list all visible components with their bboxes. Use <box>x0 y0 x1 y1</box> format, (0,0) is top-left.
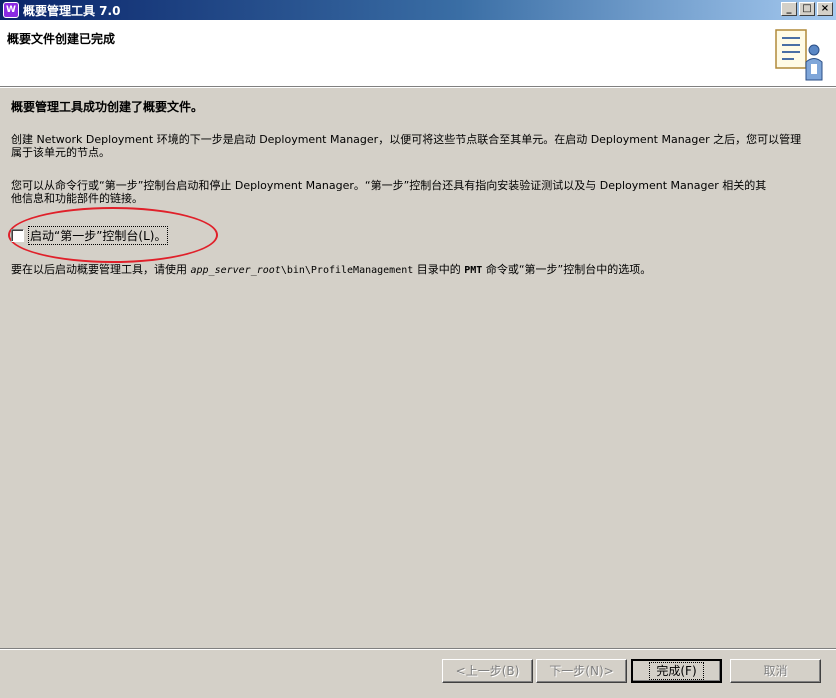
first-steps-paragraph: 您可以从命令行或“第一步”控制台启动和停止 Deployment Manager… <box>11 179 826 205</box>
next-button[interactable]: 下一步(N)> <box>536 659 627 683</box>
launch-first-steps-option[interactable]: 启动“第一步”控制台(L)。 <box>11 226 169 245</box>
pmt-command: PMT <box>464 265 483 276</box>
header-separator <box>0 87 836 88</box>
back-button[interactable]: <上一步(B) <box>442 659 533 683</box>
launch-first-steps-label[interactable]: 启动“第一步”控制台(L)。 <box>28 226 169 245</box>
window-title: 概要管理工具 7.0 <box>23 3 121 18</box>
title-bar[interactable]: W 概要管理工具 7.0 _ □ × <box>0 0 836 20</box>
minimize-button[interactable]: _ <box>781 2 797 16</box>
footer-separator-highlight <box>0 649 836 650</box>
next-steps-paragraph: 创建 Network Deployment 环境的下一步是启动 Deployme… <box>11 133 826 159</box>
page-title: 概要文件创建已完成 <box>7 32 116 46</box>
window-controls: _ □ × <box>781 2 833 16</box>
cancel-button[interactable]: 取消 <box>730 659 821 683</box>
first-steps-line-2: 他信息和功能部件的链接。 <box>11 192 143 205</box>
next-steps-line-1: 创建 Network Deployment 环境的下一步是启动 Deployme… <box>11 133 802 146</box>
later-launch-suffix: 命令或“第一步”控制台中的选项。 <box>482 263 652 276</box>
wizard-header: 概要文件创建已完成 <box>0 20 836 87</box>
maximize-button[interactable]: □ <box>799 2 815 16</box>
app-icon: W <box>3 2 19 18</box>
launch-first-steps-checkbox[interactable] <box>11 229 24 242</box>
finish-button[interactable]: 完成(F) <box>631 659 722 683</box>
close-button[interactable]: × <box>817 2 833 16</box>
later-launch-paragraph: 要在以后启动概要管理工具，请使用 app_server_root\bin\Pro… <box>11 263 826 277</box>
later-launch-mid: 目录中的 <box>413 263 465 276</box>
finish-button-label: 完成(F) <box>649 662 704 680</box>
next-steps-line-2: 属于该单元的节点。 <box>11 146 110 159</box>
wizard-document-person-icon <box>775 29 823 81</box>
first-steps-line-1: 您可以从命令行或“第一步”控制台启动和停止 Deployment Manager… <box>11 179 767 192</box>
success-heading: 概要管理工具成功创建了概要文件。 <box>11 100 204 114</box>
later-launch-prefix: 要在以后启动概要管理工具，请使用 <box>11 263 191 276</box>
path-root: app_server_root <box>190 265 281 276</box>
path-rest: \bin\ProfileManagement <box>280 265 414 276</box>
